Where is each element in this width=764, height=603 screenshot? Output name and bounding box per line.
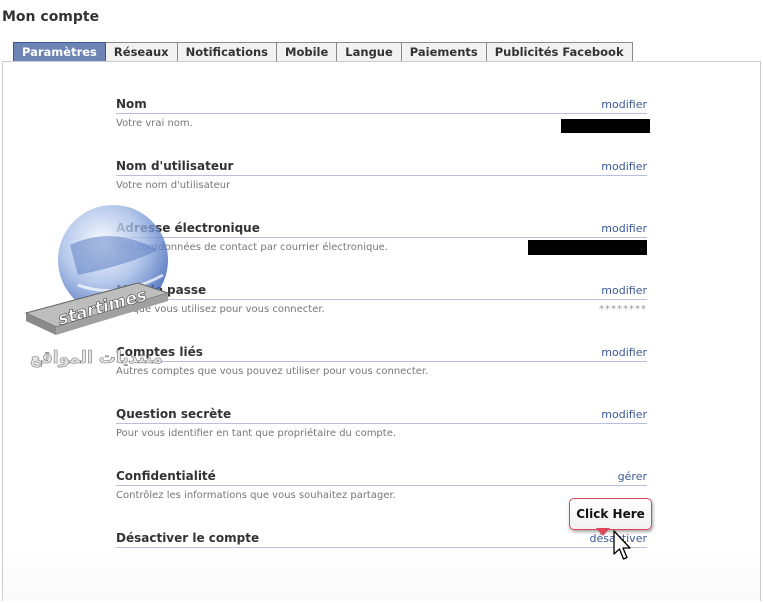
setting-security-question: Question secrète modifier Pour vous iden… (116, 407, 647, 447)
edit-security-question-link[interactable]: modifier (601, 408, 647, 421)
tab-mobile[interactable]: Mobile (277, 42, 338, 62)
tab-parametres[interactable]: Paramètres (13, 42, 106, 62)
edit-password-link[interactable]: modifier (601, 284, 647, 297)
setting-description: Pour vous identifier en tant que proprié… (116, 428, 397, 439)
setting-privacy: Confidentialité gérer Contrôlez les info… (116, 469, 647, 509)
setting-email: Adresse électronique modifier Vos coordo… (116, 221, 647, 261)
edit-name-link[interactable]: modifier (601, 98, 647, 111)
tab-notifications[interactable]: Notifications (177, 42, 278, 62)
setting-username: Nom d'utilisateur modifier Votre nom d'u… (116, 159, 647, 199)
edit-linked-accounts-link[interactable]: modifier (601, 346, 647, 359)
setting-description: Votre nom d'utilisateur (116, 180, 231, 191)
callout-pointer (596, 528, 610, 536)
setting-name: Nom modifier Votre vrai nom. (116, 97, 650, 137)
redacted-email (528, 240, 647, 255)
divider (116, 237, 647, 238)
divider (116, 175, 647, 176)
setting-description: Ce que vous utilisez pour vous connecter… (116, 304, 325, 315)
edit-email-link[interactable]: modifier (601, 222, 647, 235)
manage-privacy-link[interactable]: gérer (618, 470, 647, 483)
setting-label: Comptes liés (116, 345, 203, 359)
divider (116, 423, 647, 424)
setting-description: Contrôlez les informations que vous souh… (116, 490, 396, 501)
edit-username-link[interactable]: modifier (601, 160, 647, 173)
tab-langue[interactable]: Langue (337, 42, 402, 62)
divider (116, 485, 647, 486)
divider (116, 299, 647, 300)
tab-reseaux[interactable]: Réseaux (105, 42, 178, 62)
divider (116, 547, 647, 548)
pointer-cursor-icon (613, 530, 631, 560)
setting-label: Mot de passe (116, 283, 207, 297)
setting-label: Désactiver le compte (116, 531, 260, 545)
password-mask: ******** (599, 304, 647, 315)
setting-description: Vos coordonnées de contact par courrier … (116, 242, 388, 253)
setting-label: Adresse électronique (116, 221, 260, 235)
setting-description: Autres comptes que vous pouvez utiliser … (116, 366, 429, 377)
setting-linked-accounts: Comptes liés modifier Autres comptes que… (116, 345, 647, 385)
tab-publicites-facebook[interactable]: Publicités Facebook (486, 42, 633, 62)
click-here-callout[interactable]: Click Here (569, 498, 652, 530)
setting-label: Confidentialité (116, 469, 216, 483)
setting-password: Mot de passe modifier Ce que vous utilis… (116, 283, 647, 323)
setting-label: Question secrète (116, 407, 232, 421)
page-title: Mon compte (2, 9, 100, 25)
account-tabs: Paramètres Réseaux Notifications Mobile … (13, 42, 633, 62)
redacted-name (561, 119, 650, 133)
tab-paiements[interactable]: Paiements (401, 42, 487, 62)
setting-deactivate: Désactiver le compte désactiver (116, 531, 647, 571)
divider (116, 361, 647, 362)
divider (116, 113, 647, 114)
setting-label: Nom d'utilisateur (116, 159, 234, 173)
setting-label: Nom (116, 97, 147, 111)
setting-description: Votre vrai nom. (116, 118, 193, 129)
